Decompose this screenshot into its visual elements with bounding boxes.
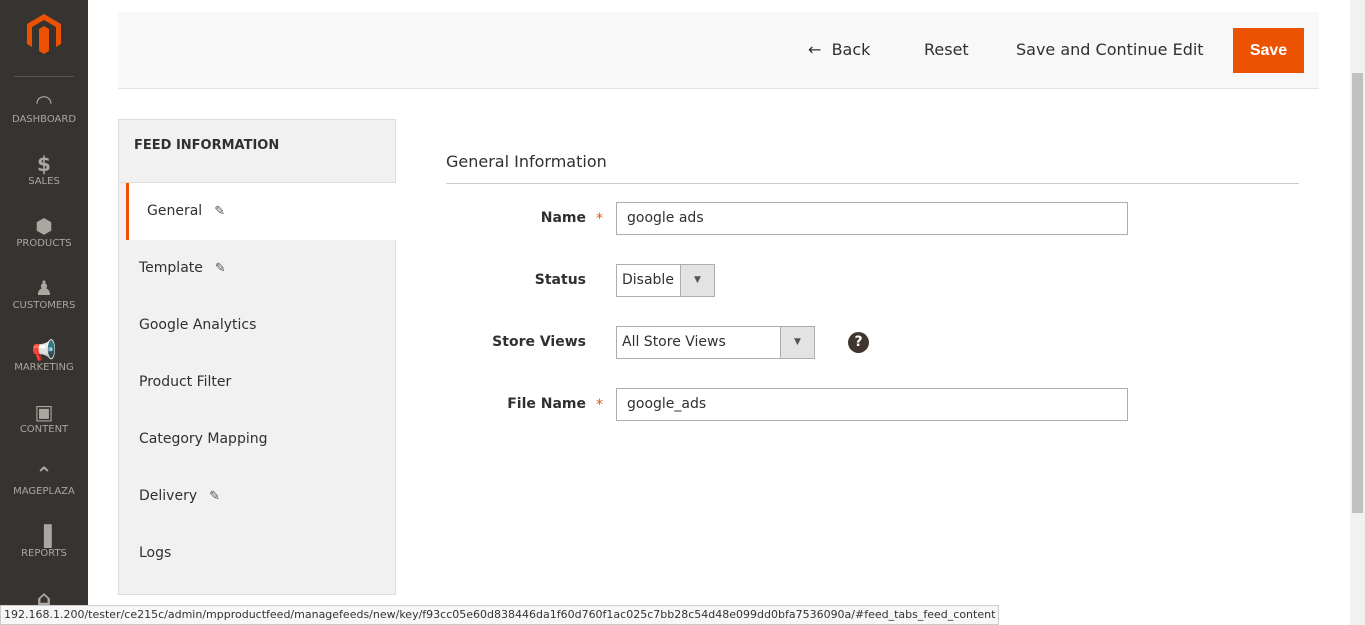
store-views-value: All Store Views: [622, 334, 726, 350]
pencil-icon: ✎: [209, 489, 221, 504]
layout-icon: ▣: [34, 400, 54, 424]
name-label: Name: [540, 210, 586, 226]
status-select[interactable]: Disable ▼: [616, 264, 715, 297]
sidebar-item-mageplaza[interactable]: ⌃ MAGEPLAZA: [0, 462, 88, 497]
scrollbar-thumb[interactable]: [1352, 73, 1363, 513]
sidebar-item-label: CUSTOMERS: [12, 300, 76, 311]
sidebar-item-dashboard[interactable]: ◠ DASHBOARD: [0, 90, 88, 125]
tab-product-filter[interactable]: Product Filter: [119, 354, 395, 411]
sidebar-item-reports[interactable]: ▐ REPORTS: [0, 524, 88, 559]
section-title: General Information: [446, 152, 1299, 184]
sidebar-item-content[interactable]: ▣ CONTENT: [0, 400, 88, 435]
pencil-icon: ✎: [214, 261, 226, 276]
sidebar-item-customers[interactable]: ♟ CUSTOMERS: [0, 276, 88, 311]
admin-sidebar: ◠ DASHBOARD $ SALES ⬢ PRODUCTS ♟ CUSTOMERS 📢 MARK…: [0, 0, 88, 625]
chevron-down-icon: ▼: [680, 265, 714, 296]
pencil-icon: ✎: [214, 204, 226, 219]
required-icon: *: [596, 211, 603, 227]
box-icon: ⬢: [35, 214, 53, 238]
tab-label: Logs: [139, 545, 172, 561]
feed-tabs: FEED INFORMATION General ✎ Template ✎ Google…: [118, 119, 396, 595]
sidebar-item-products[interactable]: ⬢ PRODUCTS: [0, 214, 88, 249]
store-views-select[interactable]: All Store Views ▼: [616, 326, 815, 359]
file-name-label: File Name: [507, 396, 586, 412]
sidebar-item-label: CONTENT: [19, 424, 69, 435]
sidebar-item-label: DASHBOARD: [11, 114, 77, 125]
tab-delivery[interactable]: Delivery ✎: [119, 468, 395, 525]
sidebar-item-marketing[interactable]: 📢 MARKETING: [0, 338, 88, 373]
tab-label: General: [147, 203, 203, 219]
sidebar-item-label: MARKETING: [14, 362, 74, 373]
tab-label: Product Filter: [139, 374, 232, 390]
sidebar-item-label: REPORTS: [21, 548, 67, 559]
required-icon: *: [596, 397, 603, 413]
sidebar-item-label: PRODUCTS: [16, 238, 72, 249]
sidebar-item-label: MAGEPLAZA: [13, 486, 75, 497]
person-icon: ♟: [35, 276, 53, 300]
divider: [14, 76, 74, 77]
chevron-down-icon: ▼: [780, 327, 814, 358]
tab-general[interactable]: General ✎: [126, 183, 396, 240]
tabs-title: FEED INFORMATION: [119, 120, 395, 183]
back-button[interactable]: ← Back: [808, 40, 870, 59]
tab-logs[interactable]: Logs: [119, 525, 395, 582]
scrollbar[interactable]: [1350, 0, 1365, 625]
file-name-input[interactable]: google_ads: [616, 388, 1128, 421]
sidebar-item-label: SALES: [28, 176, 60, 187]
name-input[interactable]: google ads: [616, 202, 1128, 235]
status-bar-url: 192.168.1.200/tester/ce215c/admin/mpprod…: [0, 605, 1000, 625]
store-views-label: Store Views: [492, 334, 586, 350]
dollar-icon: $: [37, 152, 51, 176]
tab-label: Delivery: [139, 488, 198, 504]
megaphone-icon: 📢: [31, 338, 57, 362]
sidebar-item-sales[interactable]: $ SALES: [0, 152, 88, 187]
save-button[interactable]: Save: [1233, 28, 1304, 73]
dashboard-icon: ◠: [36, 90, 52, 114]
reset-button[interactable]: Reset: [924, 40, 969, 59]
tab-category-mapping[interactable]: Category Mapping: [119, 411, 395, 468]
status-label: Status: [534, 272, 586, 288]
back-label: Back: [831, 40, 871, 59]
arrow-left-icon: ←: [808, 40, 822, 59]
save-continue-button[interactable]: Save and Continue Edit: [1016, 40, 1204, 59]
bar-chart-icon: ▐: [36, 524, 52, 548]
help-icon[interactable]: ?: [848, 332, 869, 353]
chevron-up-icon: ⌃: [35, 462, 53, 486]
tab-template[interactable]: Template ✎: [119, 240, 395, 297]
tab-label: Category Mapping: [139, 431, 268, 447]
tab-label: Google Analytics: [139, 317, 257, 333]
page-actions-toolbar: ← Back Reset Save and Continue Edit Save: [118, 12, 1319, 89]
tab-label: Template: [139, 260, 203, 276]
tab-google-analytics[interactable]: Google Analytics: [119, 297, 395, 354]
status-value: Disable: [622, 272, 674, 288]
magento-logo[interactable]: [27, 14, 61, 54]
